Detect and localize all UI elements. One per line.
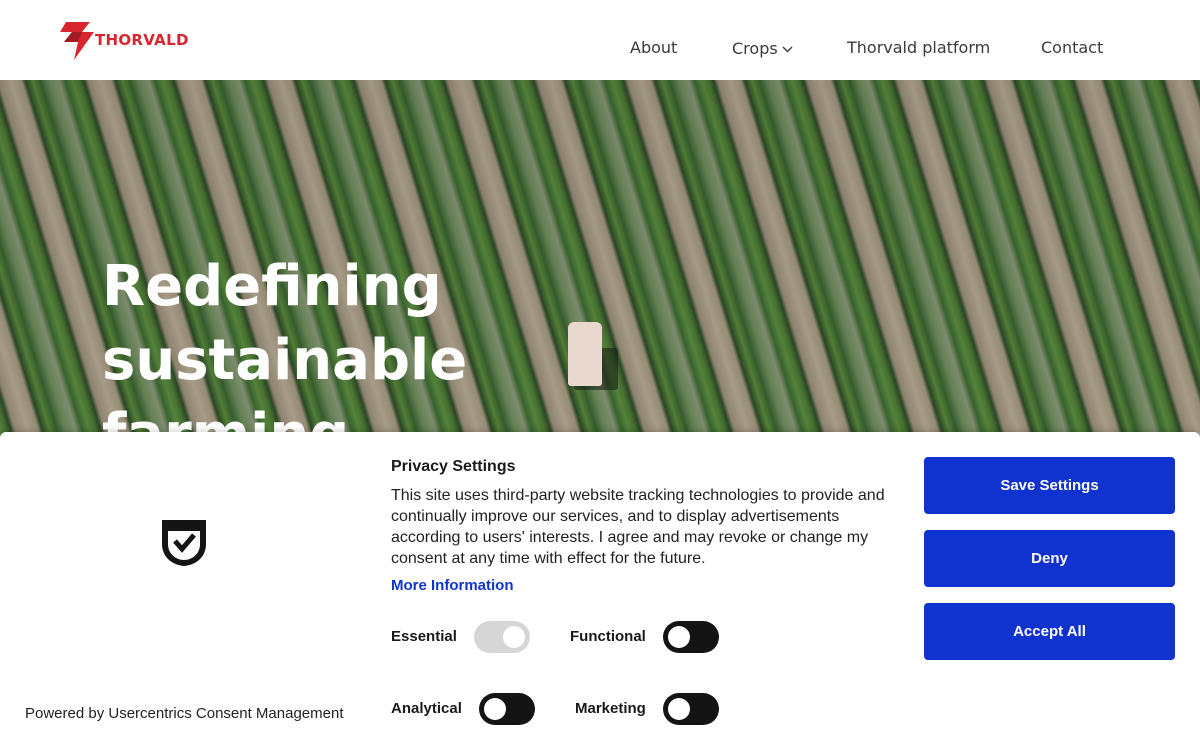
farm-robot-image [568,322,602,386]
consent-title: Privacy Settings [391,458,516,475]
accept-all-button[interactable]: Accept All [924,603,1175,660]
save-settings-button[interactable]: Save Settings [924,457,1175,514]
functional-toggle[interactable] [663,621,719,653]
nav-about[interactable]: About [630,38,677,57]
thorvald-logo[interactable]: THORVALD [60,22,200,60]
nav-crops[interactable]: Crops [732,38,793,58]
marketing-toggle[interactable] [663,693,719,725]
toggle-knob [503,626,525,648]
functional-label: Functional [570,628,646,645]
chevron-down-icon [782,38,793,57]
nav-contact[interactable]: Contact [1041,38,1103,57]
toggle-knob [668,626,690,648]
essential-label: Essential [391,628,457,645]
analytical-label: Analytical [391,700,462,717]
logo-text: THORVALD [95,31,189,49]
consent-description: This site uses third-party website track… [391,487,885,567]
nav-thorvald-platform[interactable]: Thorvald platform [847,38,990,57]
analytical-toggle[interactable] [479,693,535,725]
thorvald-bolt-icon [60,22,94,60]
shield-check-icon [159,518,209,568]
toggle-knob [484,698,506,720]
powered-by-text[interactable]: Powered by Usercentrics Consent Manageme… [25,705,344,722]
toggle-knob [668,698,690,720]
marketing-label: Marketing [575,700,646,717]
site-header: THORVALD About Crops Thorvald platform C… [0,0,1200,80]
deny-button[interactable]: Deny [924,530,1175,587]
nav-crops-label: Crops [732,39,778,58]
more-information-link[interactable]: More Information [391,577,514,594]
essential-toggle [474,621,530,653]
cookie-consent-banner: Powered by Usercentrics Consent Manageme… [0,432,1200,750]
